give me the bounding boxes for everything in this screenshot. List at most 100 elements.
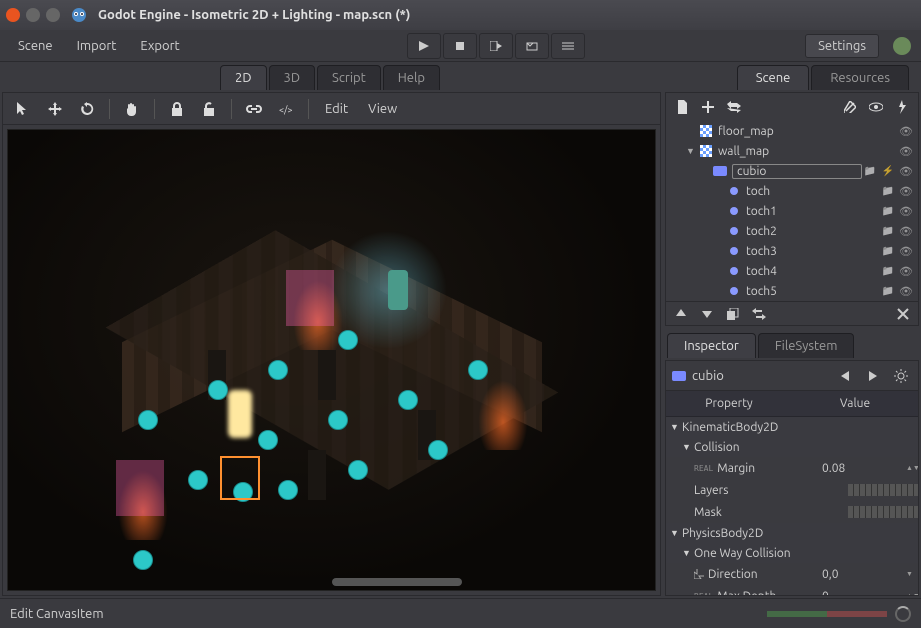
viewport-edit-menu[interactable]: Edit	[317, 98, 356, 120]
link-tool-icon[interactable]	[240, 96, 268, 122]
grid-icon	[698, 144, 714, 158]
play-custom-button[interactable]	[515, 33, 549, 59]
delete-node-icon[interactable]	[892, 304, 914, 324]
move-down-icon[interactable]	[696, 304, 718, 324]
menu-scene[interactable]: Scene	[10, 35, 61, 57]
select-tool-icon[interactable]	[9, 96, 37, 122]
unlock-tool-icon[interactable]	[195, 96, 223, 122]
spinner-icon	[895, 606, 911, 622]
sprite-icon	[712, 164, 728, 178]
folder-icon[interactable]	[880, 263, 896, 279]
eye-icon[interactable]	[898, 203, 914, 219]
status-meter	[767, 611, 887, 617]
tab-help[interactable]: Help	[383, 65, 440, 90]
prop-direction-value[interactable]: 0,0	[818, 568, 906, 581]
eye-icon[interactable]	[898, 263, 914, 279]
instance-tool-icon[interactable]: </>	[272, 96, 300, 122]
folder-icon[interactable]	[880, 223, 896, 239]
scene-tree[interactable]: floor_map▼wall_mapcubiotochtoch1toch2toc…	[666, 121, 918, 301]
folder-icon[interactable]	[880, 243, 896, 259]
titlebar: Godot Engine - Isometric 2D + Lighting -…	[0, 0, 921, 30]
debug-options-button[interactable]	[551, 33, 585, 59]
prop-layers[interactable]: Layers	[666, 479, 918, 501]
settings-button[interactable]: Settings	[805, 34, 879, 58]
visibility-all-icon[interactable]	[864, 96, 888, 118]
move-tool-icon[interactable]	[41, 96, 69, 122]
section-physicsbody2d[interactable]: ▼PhysicsBody2D	[666, 523, 918, 543]
tree-node-toch1[interactable]: toch1	[666, 201, 918, 221]
scene-panel: floor_map▼wall_mapcubiotochtoch1toch2toc…	[665, 92, 919, 326]
eye-icon[interactable]	[898, 143, 914, 159]
move-up-icon[interactable]	[670, 304, 692, 324]
pan-tool-icon[interactable]	[118, 96, 146, 122]
property-list[interactable]: ▼KinematicBody2D ▼Collision REALMargin 0…	[666, 417, 918, 595]
new-node-icon[interactable]	[670, 96, 694, 118]
lock-tool-icon[interactable]	[163, 96, 191, 122]
dropdown-icon[interactable]: ▼	[906, 570, 918, 578]
section-kinematicbody2d[interactable]: ▼KinematicBody2D	[666, 417, 918, 437]
eye-icon[interactable]	[898, 123, 914, 139]
dock-tab-scene[interactable]: Scene	[737, 65, 810, 90]
menu-export[interactable]: Export	[132, 35, 187, 57]
viewport-scrollbar-horizontal[interactable]	[332, 578, 462, 586]
clear-icon[interactable]	[838, 96, 862, 118]
stop-button[interactable]	[443, 33, 477, 59]
tab-3d[interactable]: 3D	[269, 65, 316, 90]
eye-icon[interactable]	[898, 163, 914, 179]
play-scene-button[interactable]	[479, 33, 513, 59]
tree-node-toch4[interactable]: toch4	[666, 261, 918, 281]
eye-icon[interactable]	[898, 243, 914, 259]
prop-margin-value[interactable]: 0.08	[818, 462, 906, 475]
folder-icon[interactable]	[880, 203, 896, 219]
close-button[interactable]	[6, 8, 20, 22]
update-badge-icon[interactable]	[893, 37, 911, 55]
layers-grid[interactable]	[848, 484, 918, 496]
viewport-view-menu[interactable]: View	[360, 98, 405, 120]
dock-tab-resources[interactable]: Resources	[811, 65, 909, 90]
tab-2d[interactable]: 2D	[220, 65, 267, 90]
instance-scene-icon[interactable]	[722, 96, 746, 118]
tab-inspector[interactable]: Inspector	[667, 333, 756, 358]
tree-node-cubio[interactable]: cubio	[666, 161, 918, 181]
tree-node-toch2[interactable]: toch2	[666, 221, 918, 241]
folder-icon[interactable]	[862, 163, 878, 179]
add-node-icon[interactable]	[696, 96, 720, 118]
tree-node-toch3[interactable]: toch3	[666, 241, 918, 261]
prop-mask[interactable]: Mask	[666, 501, 918, 523]
section-onewaycollision[interactable]: ▼One Way Collision	[666, 543, 918, 563]
folder-icon[interactable]	[880, 283, 896, 299]
tree-node-wall_map[interactable]: ▼wall_map	[666, 141, 918, 161]
prop-margin[interactable]: REALMargin 0.08 ▲▼	[666, 457, 918, 479]
section-collision[interactable]: ▼Collision	[666, 437, 918, 457]
eye-icon[interactable]	[898, 183, 914, 199]
mask-grid[interactable]	[848, 506, 918, 518]
prop-maxdepth[interactable]: REALMax Depth 0 ▲▼	[666, 585, 918, 595]
play-button[interactable]	[407, 33, 441, 59]
history-back-icon[interactable]	[834, 365, 856, 387]
bolt-icon[interactable]	[880, 163, 896, 179]
tree-node-toch5[interactable]: toch5	[666, 281, 918, 301]
tab-filesystem[interactable]: FileSystem	[758, 333, 855, 358]
viewport-2d[interactable]	[7, 129, 656, 591]
eye-icon[interactable]	[898, 223, 914, 239]
signals-icon[interactable]	[890, 96, 914, 118]
menu-import[interactable]: Import	[69, 35, 125, 57]
tree-node-floor_map[interactable]: floor_map	[666, 121, 918, 141]
spinner-icon[interactable]: ▲▼	[906, 464, 918, 472]
duplicate-icon[interactable]	[722, 304, 744, 324]
node-label: cubio	[732, 164, 862, 179]
right-dock: floor_map▼wall_mapcubiotochtoch1toch2toc…	[663, 90, 921, 598]
tab-script[interactable]: Script	[317, 65, 381, 90]
eye-icon[interactable]	[898, 283, 914, 299]
inspector-settings-icon[interactable]	[890, 365, 912, 387]
reparent-icon[interactable]	[748, 304, 770, 324]
tree-node-toch[interactable]: toch	[666, 181, 918, 201]
spinner-icon[interactable]: ▲▼	[906, 592, 918, 595]
maximize-button[interactable]	[46, 8, 60, 22]
rotate-tool-icon[interactable]	[73, 96, 101, 122]
minimize-button[interactable]	[26, 8, 40, 22]
prop-maxdepth-value[interactable]: 0	[818, 590, 906, 596]
history-forward-icon[interactable]	[862, 365, 884, 387]
prop-direction[interactable]: Direction 0,0 ▼	[666, 563, 918, 585]
folder-icon[interactable]	[880, 183, 896, 199]
